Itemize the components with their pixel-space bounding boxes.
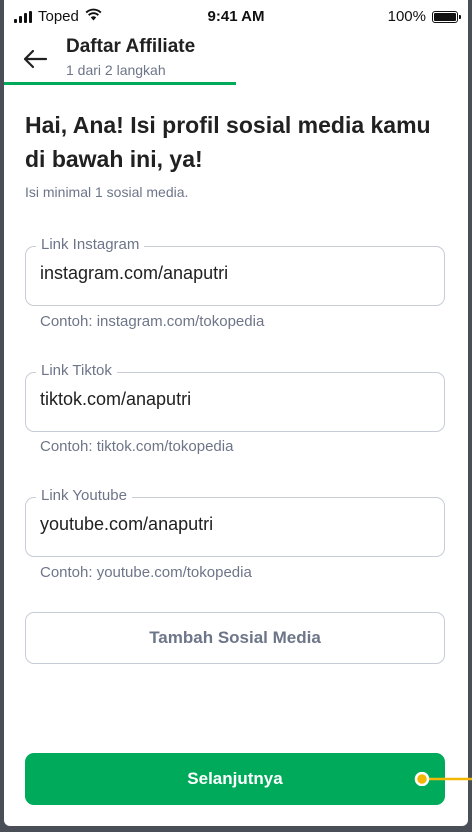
battery-percent: 100% <box>387 8 426 25</box>
youtube-label: Link Youtube <box>36 487 132 504</box>
back-button[interactable] <box>18 42 52 76</box>
tiktok-input[interactable] <box>40 389 430 410</box>
tiktok-label: Link Tiktok <box>36 362 117 379</box>
main-heading: Hai, Ana! Isi profil sosial media kamu d… <box>25 112 431 172</box>
tiktok-hint: Contoh: tiktok.com/tokopedia <box>40 438 234 455</box>
arrow-left-icon <box>23 49 48 69</box>
next-button[interactable]: Selanjutnya <box>25 753 445 805</box>
phone-screen: Toped 9:41 AM 100% Daftar Affiliate 1 da… <box>4 0 468 826</box>
tiktok-field[interactable]: Link Tiktok <box>25 362 445 432</box>
progress-bar <box>4 82 236 85</box>
youtube-hint: Contoh: youtube.com/tokopedia <box>40 564 252 581</box>
status-bar: Toped 9:41 AM 100% <box>4 0 468 32</box>
step-indicator: 1 dari 2 langkah <box>66 62 166 78</box>
app-header: Daftar Affiliate 1 dari 2 langkah <box>4 32 468 86</box>
annotation-connector <box>414 772 472 786</box>
youtube-field[interactable]: Link Youtube <box>25 487 445 557</box>
instagram-label: Link Instagram <box>36 236 145 253</box>
instagram-hint: Contoh: instagram.com/tokopedia <box>40 313 265 330</box>
instagram-field[interactable]: Link Instagram <box>25 236 445 306</box>
youtube-input[interactable] <box>40 514 430 535</box>
page-title: Daftar Affiliate <box>66 36 196 57</box>
status-right: 100% <box>387 8 461 25</box>
subheading: Isi minimal 1 sosial media. <box>25 184 189 200</box>
add-social-media-button[interactable]: Tambah Sosial Media <box>25 612 445 664</box>
battery-icon <box>432 10 461 23</box>
instagram-input[interactable] <box>40 263 430 284</box>
